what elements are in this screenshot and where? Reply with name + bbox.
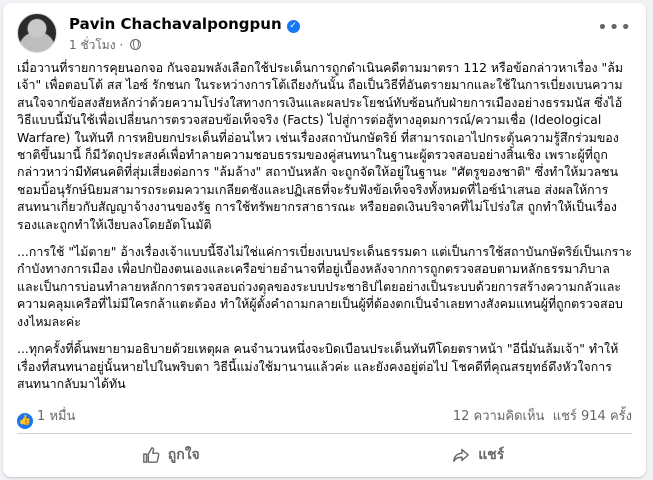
share-count[interactable]: แชร์ 914 ครั้ง — [553, 409, 632, 424]
post-card: Pavin Chachavalpongpun ✓ 1 ชั่วโมง · ••• … — [3, 3, 646, 477]
author-name-row: Pavin Chachavalpongpun ✓ — [69, 15, 300, 33]
post-paragraph: เมื่อวานที่รายการคุยนอกจอ กันจอมพลังเลือ… — [17, 60, 624, 232]
like-button-label: ถูกใจ — [167, 447, 200, 463]
author-name[interactable]: Pavin Chachavalpongpun — [69, 15, 282, 33]
post-paragraph: ...การใช้ "ไม้ตาย" อ้างเรื่องเจ้าแบบนี้จ… — [17, 244, 632, 329]
like-reaction-icon: 👍 — [17, 413, 33, 429]
globe-icon — [130, 39, 142, 50]
post-meta: 1 ชั่วโมง · — [69, 36, 142, 55]
divider — [17, 433, 632, 434]
stats-right: 12 ความคิดเห็น แชร์ 914 ครั้ง — [453, 405, 632, 426]
post-header: Pavin Chachavalpongpun ✓ 1 ชั่วโมง · ••• — [17, 13, 632, 57]
like-count[interactable]: 1 หมื่น — [37, 409, 75, 424]
share-button[interactable]: แชร์ — [325, 439, 633, 471]
more-options-icon[interactable]: ••• — [597, 17, 632, 38]
like-button[interactable]: ถูกใจ — [17, 439, 325, 471]
share-arrow-icon — [452, 446, 470, 464]
action-bar: ถูกใจ แชร์ — [17, 439, 632, 471]
avatar[interactable] — [17, 13, 57, 53]
post-time[interactable]: 1 ชั่วโมง — [69, 38, 116, 52]
thumbs-up-icon — [142, 446, 160, 464]
comment-count[interactable]: 12 ความคิดเห็น — [453, 409, 545, 424]
verified-badge-icon: ✓ — [286, 20, 300, 33]
post-body: เมื่อวานที่รายการคุยนอกจอ กันจอมพลังเลือ… — [17, 59, 633, 402]
share-button-label: แชร์ — [478, 447, 505, 463]
post-paragraph: ...ทุกครั้งที่ดิ้นพยายามอธิบายด้วยเหตุผล… — [17, 341, 619, 391]
post-stats: 👍 1 หมื่น 12 ความคิดเห็น แชร์ 914 ครั้ง — [17, 405, 632, 429]
